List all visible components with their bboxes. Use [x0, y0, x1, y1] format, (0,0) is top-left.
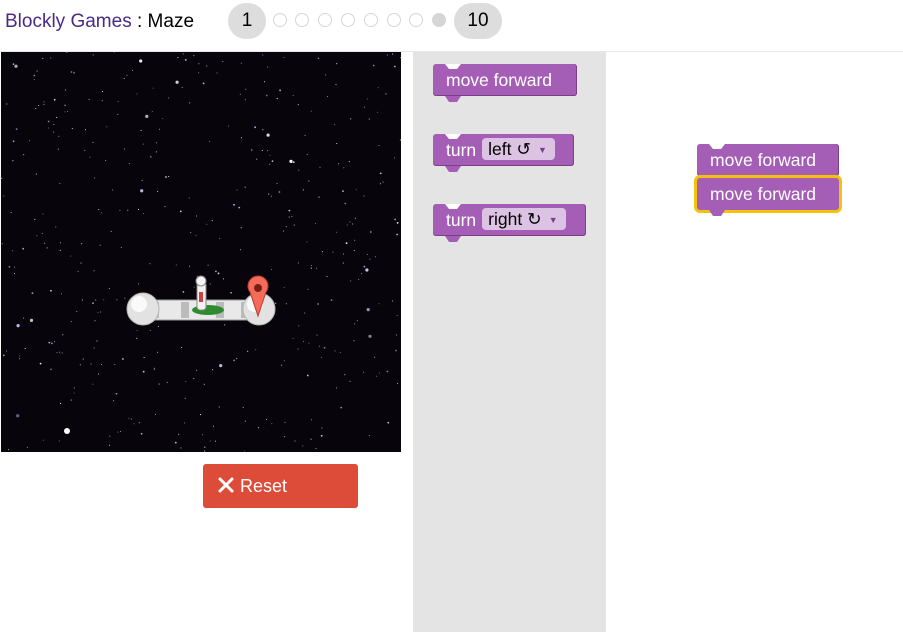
level-10-link[interactable]: 10 — [454, 3, 502, 39]
header: Blockly Games : Maze 1 10 — [0, 0, 903, 44]
level-8-dot[interactable] — [409, 13, 423, 27]
level-7-dot[interactable] — [387, 13, 401, 27]
dropdown-value: left ↺ — [488, 139, 532, 160]
page-title: Blockly Games : Maze — [5, 10, 194, 34]
workspace-move-forward-block-selected[interactable]: move forward — [697, 178, 839, 216]
maze-display — [1, 52, 401, 452]
dropdown-value: right ↻ — [488, 209, 542, 230]
starfield — [1, 52, 401, 452]
dropdown-arrow-icon: ▼ — [538, 145, 547, 156]
level-4-dot[interactable] — [318, 13, 332, 27]
block-label: turn — [446, 210, 477, 230]
close-icon — [218, 477, 234, 493]
workspace-move-forward-block[interactable]: move forward — [697, 144, 839, 176]
reset-label: Reset — [240, 476, 288, 496]
direction-dropdown[interactable]: left ↺ ▼ — [482, 138, 555, 161]
toolbox-turn-right-block[interactable]: turn right ↻ ▼ — [433, 204, 586, 242]
level-5-dot[interactable] — [341, 13, 355, 27]
level-6-dot[interactable] — [364, 13, 378, 27]
reset-button[interactable]: Reset — [203, 464, 358, 508]
workspace[interactable]: move forward move forward — [606, 52, 903, 632]
level-1-link[interactable]: 1 — [228, 3, 266, 39]
level-2-dot[interactable] — [273, 13, 287, 27]
direction-dropdown[interactable]: right ↻ ▼ — [482, 208, 566, 231]
block-label: move forward — [710, 184, 817, 204]
title-separator: : — [131, 11, 148, 32]
astronaut-icon — [192, 275, 224, 315]
brand-link[interactable]: Blockly Games — [5, 11, 132, 32]
block-label: move forward — [710, 150, 817, 170]
toolbox: move forward turn left ↺ ▼ turn right ↻ ▼ — [413, 52, 606, 632]
level-9-current-dot[interactable] — [432, 13, 446, 27]
level-3-dot[interactable] — [295, 13, 309, 27]
block-label: turn — [446, 140, 477, 160]
toolbox-turn-left-block[interactable]: turn left ↺ ▼ — [433, 134, 574, 172]
block-label: move forward — [446, 70, 553, 90]
dropdown-arrow-icon: ▼ — [548, 215, 558, 226]
toolbox-move-forward-block[interactable]: move forward — [433, 64, 577, 102]
game-name: Maze — [147, 11, 195, 32]
